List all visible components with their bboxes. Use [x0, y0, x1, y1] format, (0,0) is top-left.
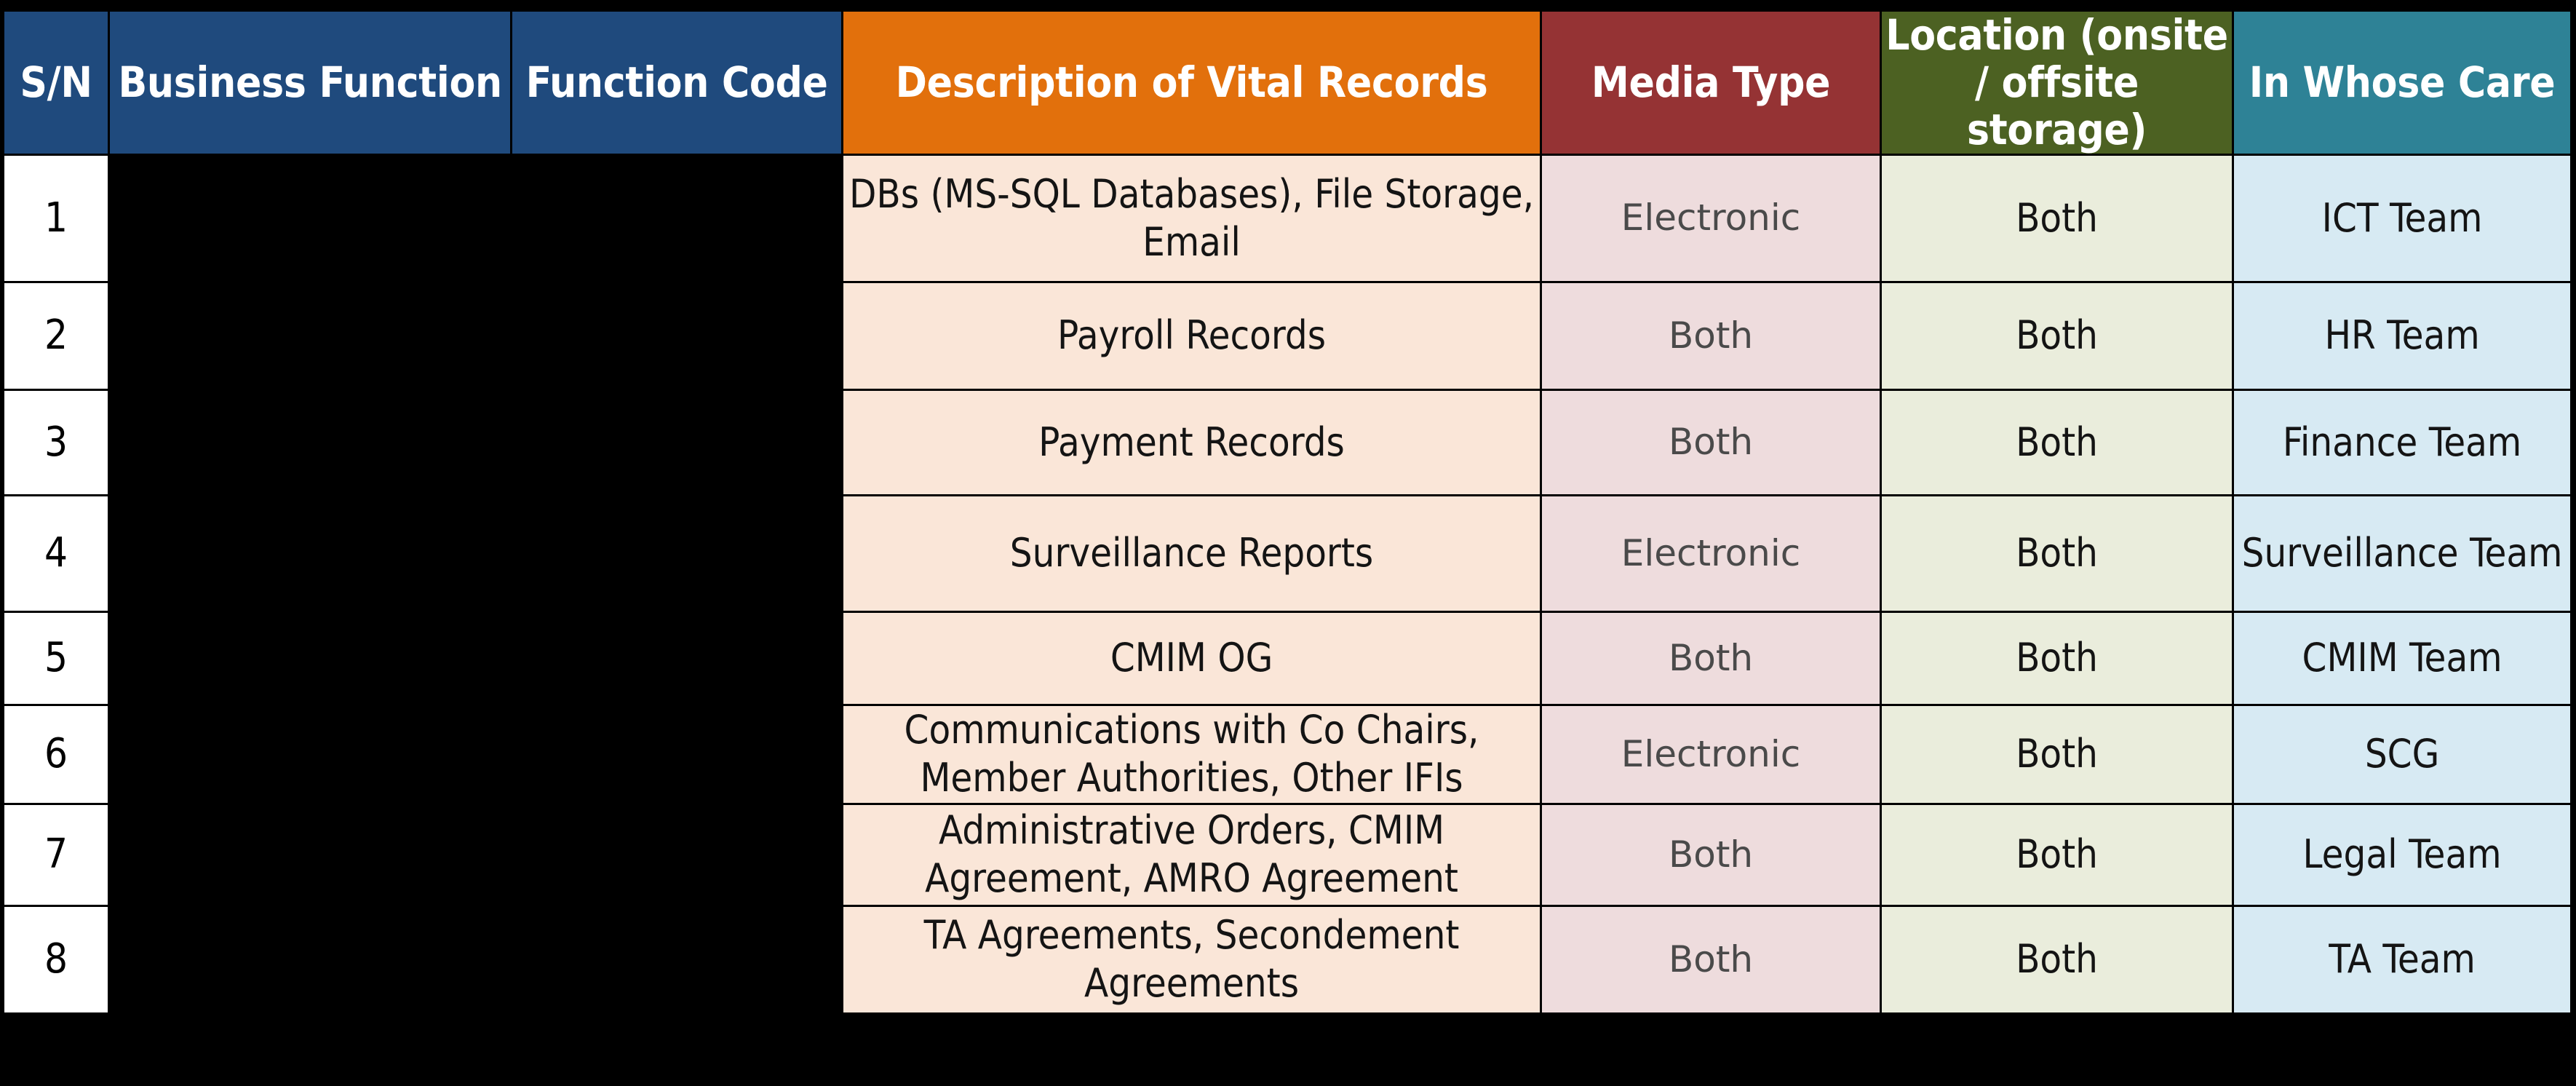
- cell-description: Payroll Records: [840, 280, 1543, 391]
- cell-sn: 2: [1, 280, 111, 391]
- cell-function-code-redacted: [510, 494, 843, 613]
- table-row: 3 Payment Records Both Both Finance Team: [1, 388, 2572, 496]
- cell-business-function-redacted: [108, 280, 513, 391]
- cell-sn: 5: [1, 610, 111, 706]
- cell-media-type: Electronic: [1540, 153, 1882, 283]
- cell-location: Both: [1879, 904, 2235, 1015]
- table-row: 7 Administrative Orders, CMIM Agreement,…: [1, 802, 2572, 907]
- cell-function-code-redacted: [510, 904, 843, 1015]
- cell-sn: 8: [1, 904, 111, 1015]
- cell-media-type: Both: [1540, 802, 1882, 907]
- cell-in-whose-care: ICT Team: [2232, 153, 2572, 283]
- column-header-description: Description of Vital Records: [840, 9, 1543, 156]
- cell-in-whose-care: TA Team: [2232, 904, 2572, 1015]
- cell-in-whose-care: Surveillance Team: [2232, 494, 2572, 613]
- cell-description: Surveillance Reports: [840, 494, 1543, 613]
- cell-sn: 1: [1, 153, 111, 283]
- cell-function-code-redacted: [510, 280, 843, 391]
- header-row: S/N Business Function Function Code Desc…: [1, 9, 2572, 156]
- cell-location: Both: [1879, 388, 2235, 496]
- column-header-business-function: Business Function: [108, 9, 513, 156]
- column-header-sn: S/N: [1, 9, 111, 156]
- cell-business-function-redacted: [108, 153, 513, 283]
- table-row: 8 TA Agreements, Secondement Agreements …: [1, 904, 2572, 1015]
- cell-media-type: Electronic: [1540, 494, 1882, 613]
- cell-sn: 6: [1, 703, 111, 805]
- cell-media-type: Both: [1540, 280, 1882, 391]
- cell-in-whose-care: CMIM Team: [2232, 610, 2572, 706]
- cell-location: Both: [1879, 802, 2235, 907]
- column-header-location-line1: Location (onsite: [1885, 10, 2228, 60]
- cell-media-type: Both: [1540, 388, 1882, 496]
- table-header: S/N Business Function Function Code Desc…: [1, 9, 2572, 156]
- cell-media-type: Both: [1540, 610, 1882, 706]
- cell-media-type: Both: [1540, 904, 1882, 1015]
- column-header-in-whose-care: In Whose Care: [2232, 9, 2572, 156]
- cell-business-function-redacted: [108, 494, 513, 613]
- cell-business-function-redacted: [108, 802, 513, 907]
- cell-business-function-redacted: [108, 388, 513, 496]
- cell-business-function-redacted: [108, 904, 513, 1015]
- cell-business-function-redacted: [108, 610, 513, 706]
- cell-sn: 3: [1, 388, 111, 496]
- cell-description: CMIM OG: [840, 610, 1543, 706]
- cell-description: Payment Records: [840, 388, 1543, 496]
- cell-function-code-redacted: [510, 802, 843, 907]
- page-root: S/N Business Function Function Code Desc…: [0, 0, 2576, 1086]
- cell-sn: 7: [1, 802, 111, 907]
- cell-function-code-redacted: [510, 703, 843, 805]
- table-row: 2 Payroll Records Both Both HR Team: [1, 280, 2572, 391]
- cell-description: Administrative Orders, CMIM Agreement, A…: [840, 802, 1543, 907]
- cell-business-function-redacted: [108, 703, 513, 805]
- cell-description: TA Agreements, Secondement Agreements: [840, 904, 1543, 1015]
- cell-function-code-redacted: [510, 610, 843, 706]
- cell-location: Both: [1879, 153, 2235, 283]
- column-header-function-code: Function Code: [510, 9, 843, 156]
- cell-location: Both: [1879, 280, 2235, 391]
- cell-description: Communications with Co Chairs, Member Au…: [840, 703, 1543, 805]
- table-row: 1 DBs (MS-SQL Databases), File Storage, …: [1, 153, 2572, 283]
- cell-in-whose-care: Finance Team: [2232, 388, 2572, 496]
- cell-in-whose-care: HR Team: [2232, 280, 2572, 391]
- bottom-black-bar: [0, 1056, 2576, 1086]
- table-row: 6 Communications with Co Chairs, Member …: [1, 703, 2572, 805]
- column-header-location: Location (onsite / offsite storage): [1879, 9, 2235, 156]
- cell-location: Both: [1879, 494, 2235, 613]
- table-row: 5 CMIM OG Both Both CMIM Team: [1, 610, 2572, 706]
- table-row: 4 Surveillance Reports Electronic Both S…: [1, 494, 2572, 613]
- cell-media-type: Electronic: [1540, 703, 1882, 805]
- cell-in-whose-care: SCG: [2232, 703, 2572, 805]
- column-header-media-type: Media Type: [1540, 9, 1882, 156]
- cell-sn: 4: [1, 494, 111, 613]
- column-header-location-line2: / offsite storage): [1967, 57, 2147, 154]
- cell-location: Both: [1879, 610, 2235, 706]
- cell-description: DBs (MS-SQL Databases), File Storage, Em…: [840, 153, 1543, 283]
- cell-in-whose-care: Legal Team: [2232, 802, 2572, 907]
- vital-records-table: S/N Business Function Function Code Desc…: [1, 9, 2572, 1015]
- cell-location: Both: [1879, 703, 2235, 805]
- cell-function-code-redacted: [510, 153, 843, 283]
- cell-function-code-redacted: [510, 388, 843, 496]
- table-body: 1 DBs (MS-SQL Databases), File Storage, …: [1, 153, 2572, 1015]
